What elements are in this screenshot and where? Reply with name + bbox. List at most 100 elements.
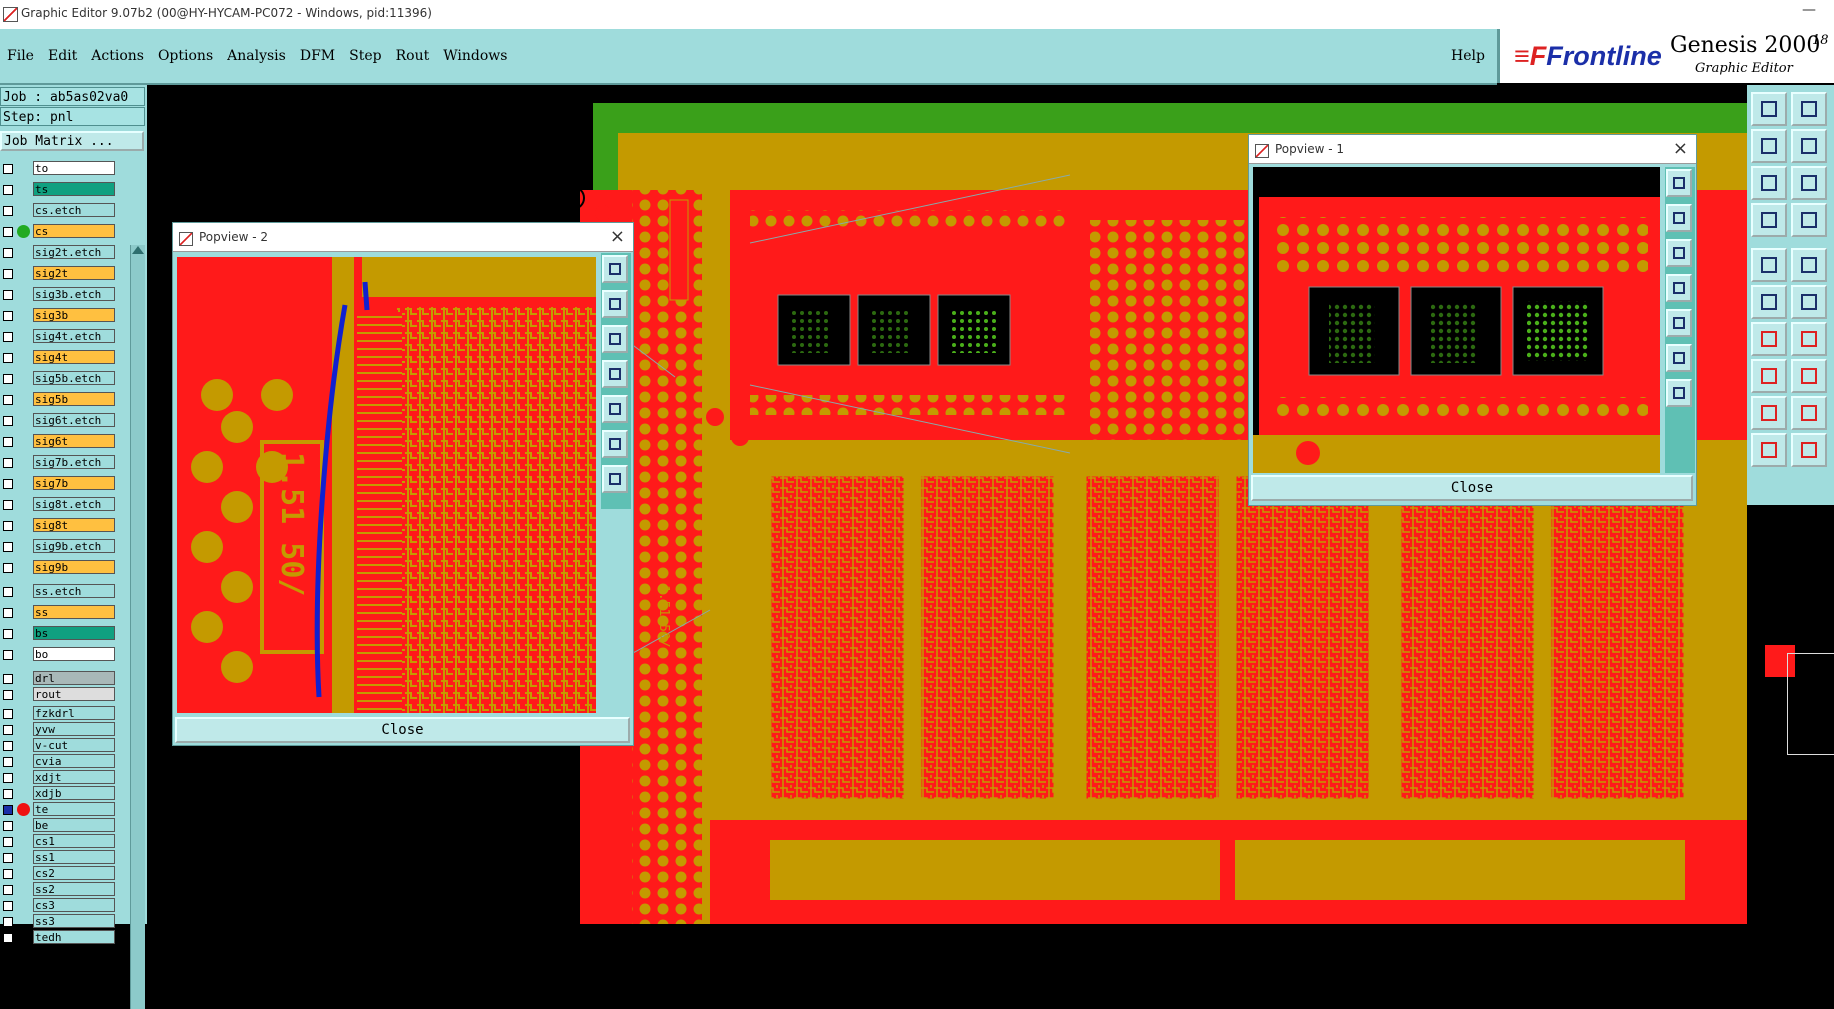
minimize-button[interactable]: — xyxy=(1802,2,1816,18)
layer-name[interactable]: cs.etch xyxy=(33,203,115,217)
menu-help[interactable]: Help xyxy=(1451,48,1485,64)
layer-checkbox[interactable] xyxy=(3,227,13,237)
pv1-zoom-out-icon[interactable] xyxy=(1666,379,1692,407)
layer-checkbox[interactable] xyxy=(3,395,13,405)
layer-row-ts[interactable]: ts xyxy=(0,182,118,198)
layer-name[interactable]: sig5b xyxy=(33,392,115,406)
scroll-up-icon[interactable] xyxy=(132,246,144,254)
layer-checkbox[interactable] xyxy=(3,837,13,847)
tool-pan-right-icon[interactable] xyxy=(1791,129,1827,163)
layer-row-sig7b-etch[interactable]: sig7b.etch xyxy=(0,455,118,471)
layer-row-sig9b[interactable]: sig9b xyxy=(0,560,118,576)
pv2-pan-down-icon[interactable] xyxy=(602,325,628,353)
layer-checkbox[interactable] xyxy=(3,869,13,879)
layer-name[interactable]: sig2t.etch xyxy=(33,245,115,259)
layer-checkbox[interactable] xyxy=(3,332,13,342)
layer-row-xdjb[interactable]: xdjb xyxy=(0,786,118,802)
layer-checkbox[interactable] xyxy=(3,773,13,783)
pv1-pan-down-icon[interactable] xyxy=(1666,239,1692,267)
layer-name[interactable]: sig6t.etch xyxy=(33,413,115,427)
layer-checkbox[interactable] xyxy=(3,853,13,863)
layer-name[interactable]: sig9b.etch xyxy=(33,539,115,553)
layer-row-cs1[interactable]: cs1 xyxy=(0,834,118,850)
layer-row-v-cut[interactable]: v-cut xyxy=(0,738,118,754)
layer-name[interactable]: rout xyxy=(33,687,115,701)
layer-checkbox[interactable] xyxy=(3,353,13,363)
tool-zoom-box-icon[interactable] xyxy=(1751,166,1787,200)
layer-name[interactable]: cs3 xyxy=(33,898,115,912)
layer-name[interactable]: te xyxy=(33,802,115,816)
layer-name[interactable]: sig7b xyxy=(33,476,115,490)
layer-row-ss-etch[interactable]: ss.etch xyxy=(0,584,118,600)
layer-checkbox[interactable] xyxy=(3,563,13,573)
layer-row-xdjt[interactable]: xdjt xyxy=(0,770,118,786)
layer-checkbox[interactable] xyxy=(3,437,13,447)
tool-zoom-home-icon[interactable] xyxy=(1751,92,1787,126)
pv1-zoom-fit-icon[interactable] xyxy=(1666,169,1692,197)
layer-row-cs-etch[interactable]: cs.etch xyxy=(0,203,118,219)
tool-zoom-center-icon[interactable] xyxy=(1791,166,1827,200)
layer-name[interactable]: to xyxy=(33,161,115,175)
layer-name[interactable]: sig8t xyxy=(33,518,115,532)
layer-row-ss1[interactable]: ss1 xyxy=(0,850,118,866)
layer-name[interactable]: ss xyxy=(33,605,115,619)
layer-checkbox[interactable] xyxy=(3,521,13,531)
layer-checkbox[interactable] xyxy=(3,725,13,735)
tool-select-pad-icon[interactable] xyxy=(1751,248,1787,282)
layer-row-fzkdrl[interactable]: fzkdrl xyxy=(0,706,118,722)
layer-row-sig8t[interactable]: sig8t xyxy=(0,518,118,534)
layer-checkbox[interactable] xyxy=(3,789,13,799)
pv1-pan-up-icon[interactable] xyxy=(1666,204,1692,232)
layer-row-yvw[interactable]: yvw xyxy=(0,722,118,738)
layer-row-cs3[interactable]: cs3 xyxy=(0,898,118,914)
layer-checkbox[interactable] xyxy=(3,805,13,815)
popview-1-close-icon[interactable]: × xyxy=(1673,138,1688,159)
layer-name[interactable]: drl xyxy=(33,671,115,685)
layer-status-dot[interactable] xyxy=(17,225,30,238)
layer-name[interactable]: sig9b xyxy=(33,560,115,574)
layer-row-cvia[interactable]: cvia xyxy=(0,754,118,770)
layer-checkbox[interactable] xyxy=(3,608,13,618)
menu-options[interactable]: Options xyxy=(158,48,213,64)
layer-checkbox[interactable] xyxy=(3,674,13,684)
layer-row-sig6t[interactable]: sig6t xyxy=(0,434,118,450)
layer-row-bs[interactable]: bs xyxy=(0,626,118,642)
layer-row-bo[interactable]: bo xyxy=(0,647,118,663)
tool-filled-triangle-icon[interactable] xyxy=(1791,396,1827,430)
popview-2-window[interactable]: Popview - 2 × 1.51 50/ Close xyxy=(172,222,634,746)
layer-row-ss3[interactable]: ss3 xyxy=(0,914,118,930)
layer-name[interactable]: v-cut xyxy=(33,738,115,752)
popview-1-window[interactable]: Popview - 1 × Close xyxy=(1248,134,1697,506)
popview-1-view[interactable] xyxy=(1253,167,1660,473)
layer-name[interactable]: ss.etch xyxy=(33,584,115,598)
popview-1-close-button[interactable]: Close xyxy=(1251,475,1693,501)
layer-checkbox[interactable] xyxy=(3,269,13,279)
layer-row-sig2t-etch[interactable]: sig2t.etch xyxy=(0,245,118,261)
menu-edit[interactable]: Edit xyxy=(48,48,77,64)
layer-checkbox[interactable] xyxy=(3,185,13,195)
layer-checkbox[interactable] xyxy=(3,416,13,426)
tool-pointer-icon[interactable] xyxy=(1751,433,1787,467)
layer-name[interactable]: bs xyxy=(33,626,115,640)
layer-name[interactable]: cvia xyxy=(33,754,115,768)
tool-pan-left-icon[interactable] xyxy=(1751,129,1787,163)
layer-checkbox[interactable] xyxy=(3,290,13,300)
pv2-pan-left-icon[interactable] xyxy=(602,360,628,388)
layer-row-cs2[interactable]: cs2 xyxy=(0,866,118,882)
pv2-zoom-in-icon[interactable] xyxy=(602,430,628,458)
layer-name[interactable]: yvw xyxy=(33,722,115,736)
tool-draw-line-icon[interactable] xyxy=(1751,322,1787,356)
layer-row-to[interactable]: to xyxy=(0,161,118,177)
layer-name[interactable]: tedh xyxy=(33,930,115,944)
layer-checkbox[interactable] xyxy=(3,821,13,831)
layer-checkbox[interactable] xyxy=(3,885,13,895)
tool-grid-icon[interactable] xyxy=(1791,203,1827,237)
popview-2-view[interactable]: 1.51 50/ xyxy=(177,257,596,713)
layer-name[interactable]: bo xyxy=(33,647,115,661)
layer-row-sig4t-etch[interactable]: sig4t.etch xyxy=(0,329,118,345)
popview-2-close-icon[interactable]: × xyxy=(610,226,625,247)
layer-row-sig6t-etch[interactable]: sig6t.etch xyxy=(0,413,118,429)
mini-panel-overview[interactable] xyxy=(1787,653,1834,755)
layer-checkbox[interactable] xyxy=(3,917,13,927)
layer-row-rout[interactable]: rout xyxy=(0,687,118,703)
